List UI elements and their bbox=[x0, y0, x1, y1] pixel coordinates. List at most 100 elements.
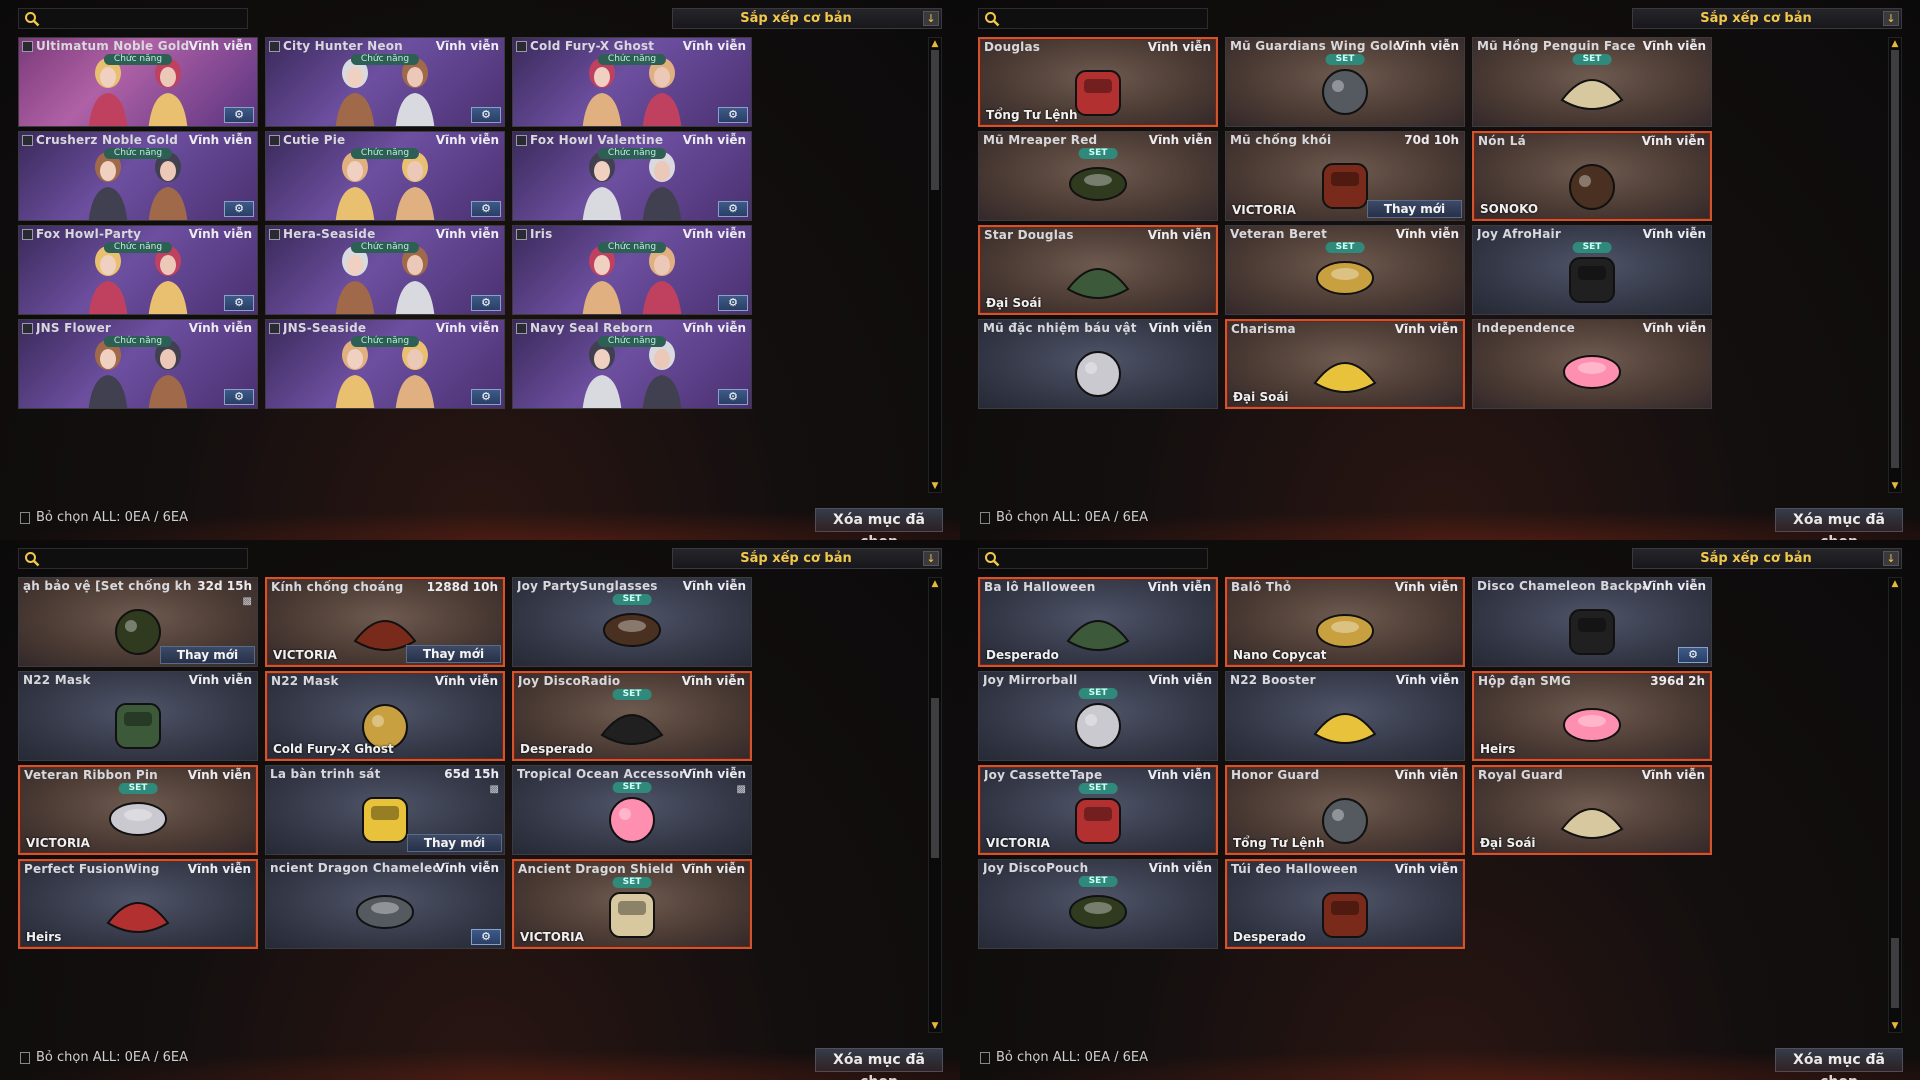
item-card[interactable]: JNS Flower Vĩnh viễn Chức năng ⚙ bbox=[18, 319, 258, 409]
item-card[interactable]: Joy CassetteTape Vĩnh viễn SET VICTORIA bbox=[978, 765, 1218, 855]
renew-button[interactable]: Thay mới bbox=[1367, 200, 1462, 218]
item-card[interactable]: Kính chống choáng 1288d 10h VICTORIA Thay m… bbox=[265, 577, 505, 667]
item-card[interactable]: Independence Vĩnh viễn bbox=[1472, 319, 1712, 409]
sort-dropdown[interactable]: Sắp xếp cơ bản ↓ bbox=[1632, 8, 1902, 29]
delete-selected-button[interactable]: Xóa mục đã chọn bbox=[815, 1048, 943, 1080]
scrollbar[interactable]: ▲ ▼ bbox=[928, 37, 942, 493]
item-card[interactable]: Hera-Seaside Vĩnh viễn Chức năng ⚙ bbox=[265, 225, 505, 315]
checkbox-icon[interactable] bbox=[269, 135, 280, 146]
gear-icon[interactable]: ⚙ bbox=[718, 389, 748, 405]
scrollbar[interactable]: ▲ ▼ bbox=[1888, 577, 1902, 1033]
checkbox-icon[interactable] bbox=[516, 41, 527, 52]
scrollbar[interactable]: ▲ ▼ bbox=[928, 577, 942, 1033]
scroll-up-icon[interactable]: ▲ bbox=[929, 578, 941, 590]
checkbox-icon[interactable] bbox=[269, 41, 280, 52]
gear-icon[interactable]: ⚙ bbox=[718, 295, 748, 311]
item-card[interactable]: N22 Mask Vĩnh viễn Cold Fury-X Ghost bbox=[265, 671, 505, 761]
item-card[interactable]: Mũ chống khói 70d 10h VICTORIA Thay mới bbox=[1225, 131, 1465, 221]
sort-dropdown[interactable]: Sắp xếp cơ bản ↓ bbox=[672, 548, 942, 569]
scroll-up-icon[interactable]: ▲ bbox=[1889, 578, 1901, 590]
item-card[interactable]: Royal Guard Vĩnh viễn Đại Soái bbox=[1472, 765, 1712, 855]
item-card[interactable]: Mũ Guardians Wing Gold Vĩnh viễn SET bbox=[1225, 37, 1465, 127]
gear-icon[interactable]: ⚙ bbox=[718, 201, 748, 217]
gear-icon[interactable]: ⚙ bbox=[224, 107, 254, 123]
item-card[interactable]: Ultimatum Noble Gold Vĩnh viễn Chức năng ⚙ bbox=[18, 37, 258, 127]
delete-selected-button[interactable]: Xóa mục đã chọn bbox=[1775, 508, 1903, 540]
checkbox-icon[interactable] bbox=[516, 135, 527, 146]
item-card[interactable]: ạh bảo vệ [Set chống khủng bố] 32d 15h ▩ Th… bbox=[18, 577, 258, 667]
gear-icon[interactable]: ⚙ bbox=[471, 929, 501, 945]
search-input[interactable] bbox=[18, 8, 248, 29]
arrow-down-icon[interactable]: ↓ bbox=[923, 551, 939, 566]
gear-icon[interactable]: ⚙ bbox=[471, 295, 501, 311]
item-card[interactable]: Mũ Hồng Penguin Face Vĩnh viễn SET bbox=[1472, 37, 1712, 127]
arrow-down-icon[interactable]: ↓ bbox=[1883, 11, 1899, 26]
item-card[interactable]: Veteran Ribbon Pin Vĩnh viễn SET VICTORIA bbox=[18, 765, 258, 855]
item-card[interactable]: Nón Lá Vĩnh viễn SONOKO bbox=[1472, 131, 1712, 221]
scroll-up-icon[interactable]: ▲ bbox=[1889, 38, 1901, 50]
item-card[interactable]: Ancient Dragon Shield Vĩnh viễn SET VICTORI… bbox=[512, 859, 752, 949]
delete-selected-button[interactable]: Xóa mục đã chọn bbox=[815, 508, 943, 540]
gear-icon[interactable]: ⚙ bbox=[718, 107, 748, 123]
scroll-down-icon[interactable]: ▼ bbox=[929, 480, 941, 492]
gear-icon[interactable]: ⚙ bbox=[224, 295, 254, 311]
item-card[interactable]: Perfect FusionWing Vĩnh viễn Heirs bbox=[18, 859, 258, 949]
checkbox-icon[interactable] bbox=[22, 41, 33, 52]
item-card[interactable]: N22 Booster Vĩnh viễn bbox=[1225, 671, 1465, 761]
item-card[interactable]: Iris Vĩnh viễn Chức năng ⚙ bbox=[512, 225, 752, 315]
item-card[interactable]: Cold Fury-X Ghost Vĩnh viễn Chức năng ⚙ bbox=[512, 37, 752, 127]
gear-icon[interactable]: ⚙ bbox=[1678, 647, 1708, 663]
gear-icon[interactable]: ⚙ bbox=[224, 389, 254, 405]
gear-icon[interactable]: ⚙ bbox=[224, 201, 254, 217]
bookmark-icon[interactable] bbox=[20, 1052, 30, 1064]
renew-button[interactable]: Thay mới bbox=[160, 646, 255, 664]
item-card[interactable]: Joy AfroHair Vĩnh viễn SET bbox=[1472, 225, 1712, 315]
checkbox-icon[interactable] bbox=[516, 323, 527, 334]
arrow-down-icon[interactable]: ↓ bbox=[923, 11, 939, 26]
item-card[interactable]: Joy PartySunglasses Vĩnh viễn SET bbox=[512, 577, 752, 667]
bookmark-icon[interactable] bbox=[980, 512, 990, 524]
bookmark-icon[interactable] bbox=[980, 1052, 990, 1064]
renew-button[interactable]: Thay mới bbox=[406, 645, 501, 663]
search-input[interactable] bbox=[978, 8, 1208, 29]
item-card[interactable]: Disco Chameleon BackpackVĩnh viễn ⚙ bbox=[1472, 577, 1712, 667]
checkbox-icon[interactable] bbox=[22, 323, 33, 334]
scroll-thumb[interactable] bbox=[931, 698, 939, 858]
item-card[interactable]: Ba lô Halloween Vĩnh viễn Desperado bbox=[978, 577, 1218, 667]
item-card[interactable]: ncient Dragon Chameleon BackpaclVĩnh viễ… bbox=[265, 859, 505, 949]
item-card[interactable]: Fox Howl-Party Vĩnh viễn Chức năng ⚙ bbox=[18, 225, 258, 315]
item-card[interactable]: Fox Howl Valentine Vĩnh viễn Chức năng ⚙ bbox=[512, 131, 752, 221]
item-card[interactable]: Mũ Mreaper Red Vĩnh viễn SET bbox=[978, 131, 1218, 221]
gear-icon[interactable]: ⚙ bbox=[471, 201, 501, 217]
checkbox-icon[interactable] bbox=[22, 229, 33, 240]
item-card[interactable]: Star Douglas Vĩnh viễn Đại Soái bbox=[978, 225, 1218, 315]
item-card[interactable]: Mũ đặc nhiệm báu vật Vĩnh viễn bbox=[978, 319, 1218, 409]
checkbox-icon[interactable] bbox=[516, 229, 527, 240]
search-input[interactable] bbox=[978, 548, 1208, 569]
scroll-thumb[interactable] bbox=[1891, 938, 1899, 1008]
item-card[interactable]: Crusherz Noble Gold Vĩnh viễn Chức năng ⚙ bbox=[18, 131, 258, 221]
item-card[interactable]: Joy Mirrorball Vĩnh viễn SET bbox=[978, 671, 1218, 761]
item-card[interactable]: Joy DiscoPouch Vĩnh viễn SET bbox=[978, 859, 1218, 949]
gear-icon[interactable]: ⚙ bbox=[471, 389, 501, 405]
checkbox-icon[interactable] bbox=[22, 135, 33, 146]
sort-dropdown[interactable]: Sắp xếp cơ bản ↓ bbox=[1632, 548, 1902, 569]
item-card[interactable]: Joy DiscoRadio Vĩnh viễn SET Desperado bbox=[512, 671, 752, 761]
bookmark-icon[interactable] bbox=[20, 512, 30, 524]
item-card[interactable]: Cutie Pie Vĩnh viễn Chức năng ⚙ bbox=[265, 131, 505, 221]
checkbox-icon[interactable] bbox=[269, 229, 280, 240]
item-card[interactable]: City Hunter Neon Vĩnh viễn Chức năng ⚙ bbox=[265, 37, 505, 127]
item-card[interactable]: Douglas Vĩnh viễn Tổng Tư Lệnh bbox=[978, 37, 1218, 127]
item-card[interactable]: Honor Guard Vĩnh viễn Tổng Tư Lệnh bbox=[1225, 765, 1465, 855]
renew-button[interactable]: Thay mới bbox=[407, 834, 502, 852]
item-card[interactable]: Veteran Beret Vĩnh viễn SET bbox=[1225, 225, 1465, 315]
gear-icon[interactable]: ⚙ bbox=[471, 107, 501, 123]
delete-selected-button[interactable]: Xóa mục đã chọn bbox=[1775, 1048, 1903, 1080]
item-card[interactable]: N22 Mask Vĩnh viễn bbox=[18, 671, 258, 761]
checkbox-icon[interactable] bbox=[269, 323, 280, 334]
item-card[interactable]: Balô Thỏ Vĩnh viễn Nano Copycat bbox=[1225, 577, 1465, 667]
scroll-up-icon[interactable]: ▲ bbox=[929, 38, 941, 50]
sort-dropdown[interactable]: Sắp xếp cơ bản ↓ bbox=[672, 8, 942, 29]
scroll-thumb[interactable] bbox=[931, 50, 939, 190]
item-card[interactable]: Tropical Ocean Accessory Vĩnh viễn SET ▩ bbox=[512, 765, 752, 855]
